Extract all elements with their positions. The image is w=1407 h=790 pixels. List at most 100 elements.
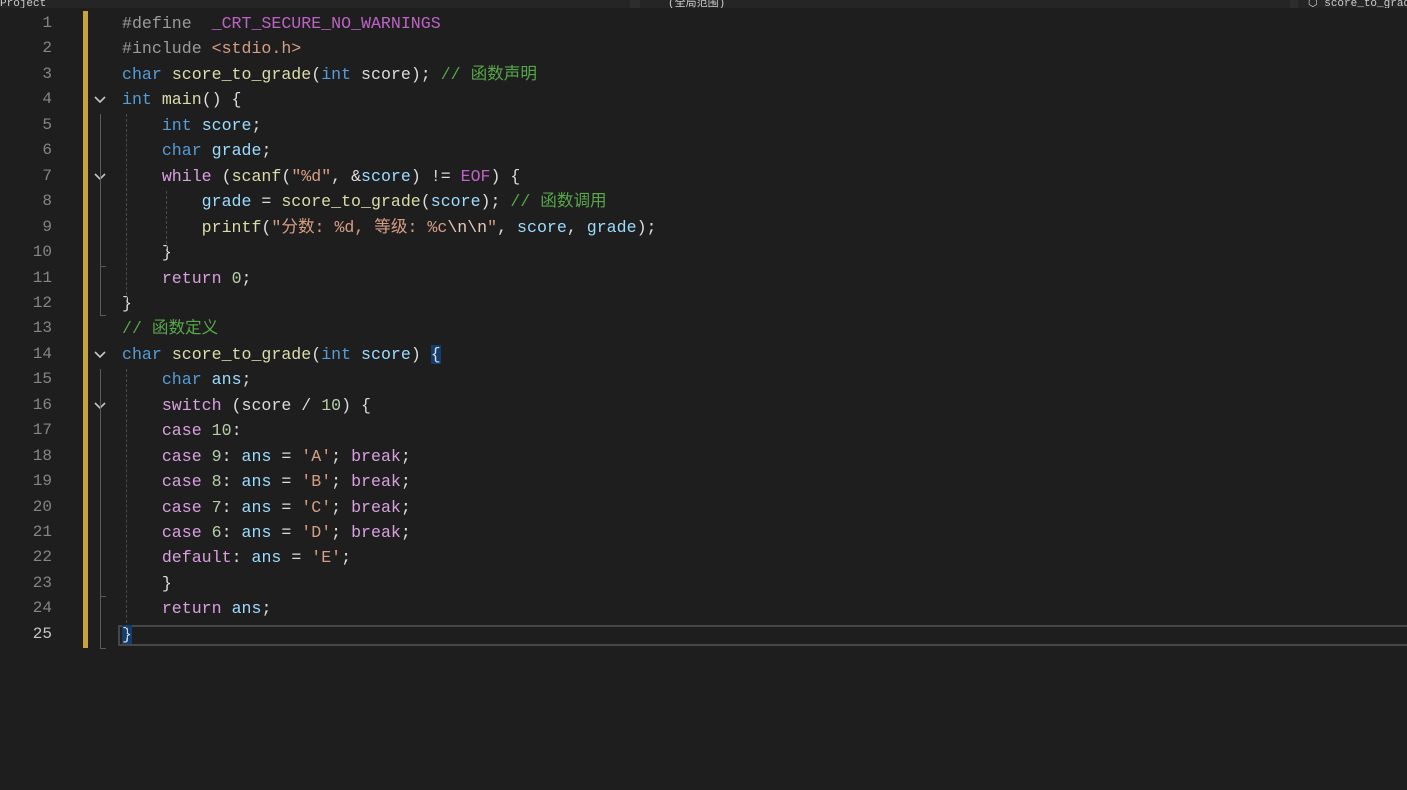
scope-dropdown[interactable]: (全局范围) (640, 0, 1290, 8)
line-number: 20 (32, 497, 52, 516)
token: , & (331, 166, 362, 186)
code-line[interactable]: 13 // 函数定义 (0, 316, 1407, 341)
token: break (351, 446, 401, 466)
token: grade (211, 141, 262, 161)
project-dropdown[interactable]: Project (0, 0, 630, 8)
code-text: } (122, 571, 172, 596)
line-number: 4 (42, 90, 52, 109)
token: score (430, 192, 481, 212)
line-number: 13 (32, 319, 52, 338)
token: score_to_grade (171, 64, 312, 84)
line-number: 18 (32, 446, 52, 465)
line-number: 19 (32, 472, 52, 491)
fold-chevron-icon[interactable] (93, 93, 107, 107)
token: , (497, 217, 518, 237)
code-line[interactable]: 10 } (0, 240, 1407, 265)
token: case (161, 472, 202, 492)
line-number: 22 (32, 548, 52, 567)
code-line[interactable]: 1 #define _CRT_SECURE_NO_WARNINGS (0, 11, 1407, 36)
token: scanf (231, 166, 282, 186)
matched-brace: { (430, 344, 441, 364)
code-text: case 6: ans = 'D'; break; (122, 520, 411, 545)
line-number: 9 (42, 217, 52, 236)
code-line[interactable]: 11 return 0; (0, 266, 1407, 291)
code-line[interactable]: 7 while (scanf("%d", &score) != EOF) { (0, 164, 1407, 189)
token: while (161, 166, 212, 186)
code-line[interactable]: 6 char grade; (0, 138, 1407, 163)
fold-chevron-icon[interactable] (93, 348, 107, 362)
token: ans (251, 548, 282, 568)
token: // 函数声明 (440, 64, 537, 84)
token: case (161, 523, 202, 542)
code-line[interactable]: 22 default: ans = 'E'; (0, 545, 1407, 570)
line-number: 12 (32, 293, 52, 312)
code-line[interactable]: 15 char ans; (0, 367, 1407, 392)
code-text: return ans; (122, 596, 272, 621)
code-line[interactable]: 12} (0, 291, 1407, 316)
code-line[interactable]: 4 int main() { (0, 87, 1407, 112)
token: ; (331, 523, 352, 542)
code-line[interactable]: 19 case 8: ans = 'B'; break; (0, 469, 1407, 494)
token: 0 (231, 268, 242, 288)
code-line[interactable]: 17 case 10: (0, 418, 1407, 443)
code-line[interactable]: 20 case 7: ans = 'C'; break; (0, 495, 1407, 520)
code-line[interactable]: 14 char score_to_grade(int score) { (0, 342, 1407, 367)
code-line[interactable]: 24 return ans; (0, 596, 1407, 621)
token: ans (241, 497, 272, 517)
token: 6 (211, 523, 222, 542)
token: int (161, 115, 192, 135)
line-number: 6 (42, 141, 52, 160)
token: ; (400, 472, 411, 492)
token: grade (201, 192, 252, 212)
line-number: 2 (42, 39, 52, 58)
code-line[interactable]: 25} (0, 622, 1407, 647)
token: score (361, 344, 411, 364)
code-line[interactable]: 18 case 9: ans = 'A'; break; (0, 444, 1407, 469)
token: EOF (460, 166, 491, 186)
code-text: switch (score / 10) { (122, 393, 371, 418)
token: "%d" (291, 166, 332, 186)
code-line[interactable]: 8 grade = score_to_grade(score); // 函数调用 (0, 189, 1407, 214)
token: ; (341, 548, 352, 568)
code-line[interactable]: 3 char score_to_grade(int score); // 函数声明 (0, 62, 1407, 87)
code-line[interactable]: 21 case 6: ans = 'D'; break; (0, 520, 1407, 545)
code-editor[interactable]: 1 #define _CRT_SECURE_NO_WARNINGS 2 #includ… (0, 11, 1407, 790)
code-line[interactable]: 23 } (0, 571, 1407, 596)
token: 8 (211, 472, 222, 492)
code-line[interactable]: 2 #include <stdio.h> (0, 36, 1407, 61)
code-text: #include <stdio.h> (122, 36, 301, 61)
token: 9 (211, 446, 222, 466)
code-text: char ans; (122, 367, 252, 392)
token: case (161, 421, 202, 441)
code-line[interactable]: 16 switch (score / 10) { (0, 393, 1407, 418)
code-line[interactable]: 9 printf("分数: %d, 等级: %c\n\n", score, gr… (0, 215, 1407, 240)
code-text: char score_to_grade(int score) { (122, 342, 441, 367)
token: case (161, 497, 202, 517)
code-text: int score; (122, 113, 262, 138)
token: printf (201, 217, 262, 237)
token: return (161, 599, 222, 619)
token: ) { (341, 395, 371, 415)
editor-navigation-bar: Project (全局范围) ⬡ score_to_grade (0, 0, 1407, 8)
token: : (221, 497, 242, 517)
code-line[interactable]: 5 int score; (0, 113, 1407, 138)
code-text: int main() { (122, 87, 242, 112)
line-number: 8 (42, 192, 52, 211)
scope-label: (全局范围) (668, 0, 726, 8)
token: 'C' (301, 497, 332, 517)
member-dropdown[interactable]: ⬡ score_to_grade (1298, 0, 1407, 8)
token: score_to_grade (281, 192, 421, 212)
